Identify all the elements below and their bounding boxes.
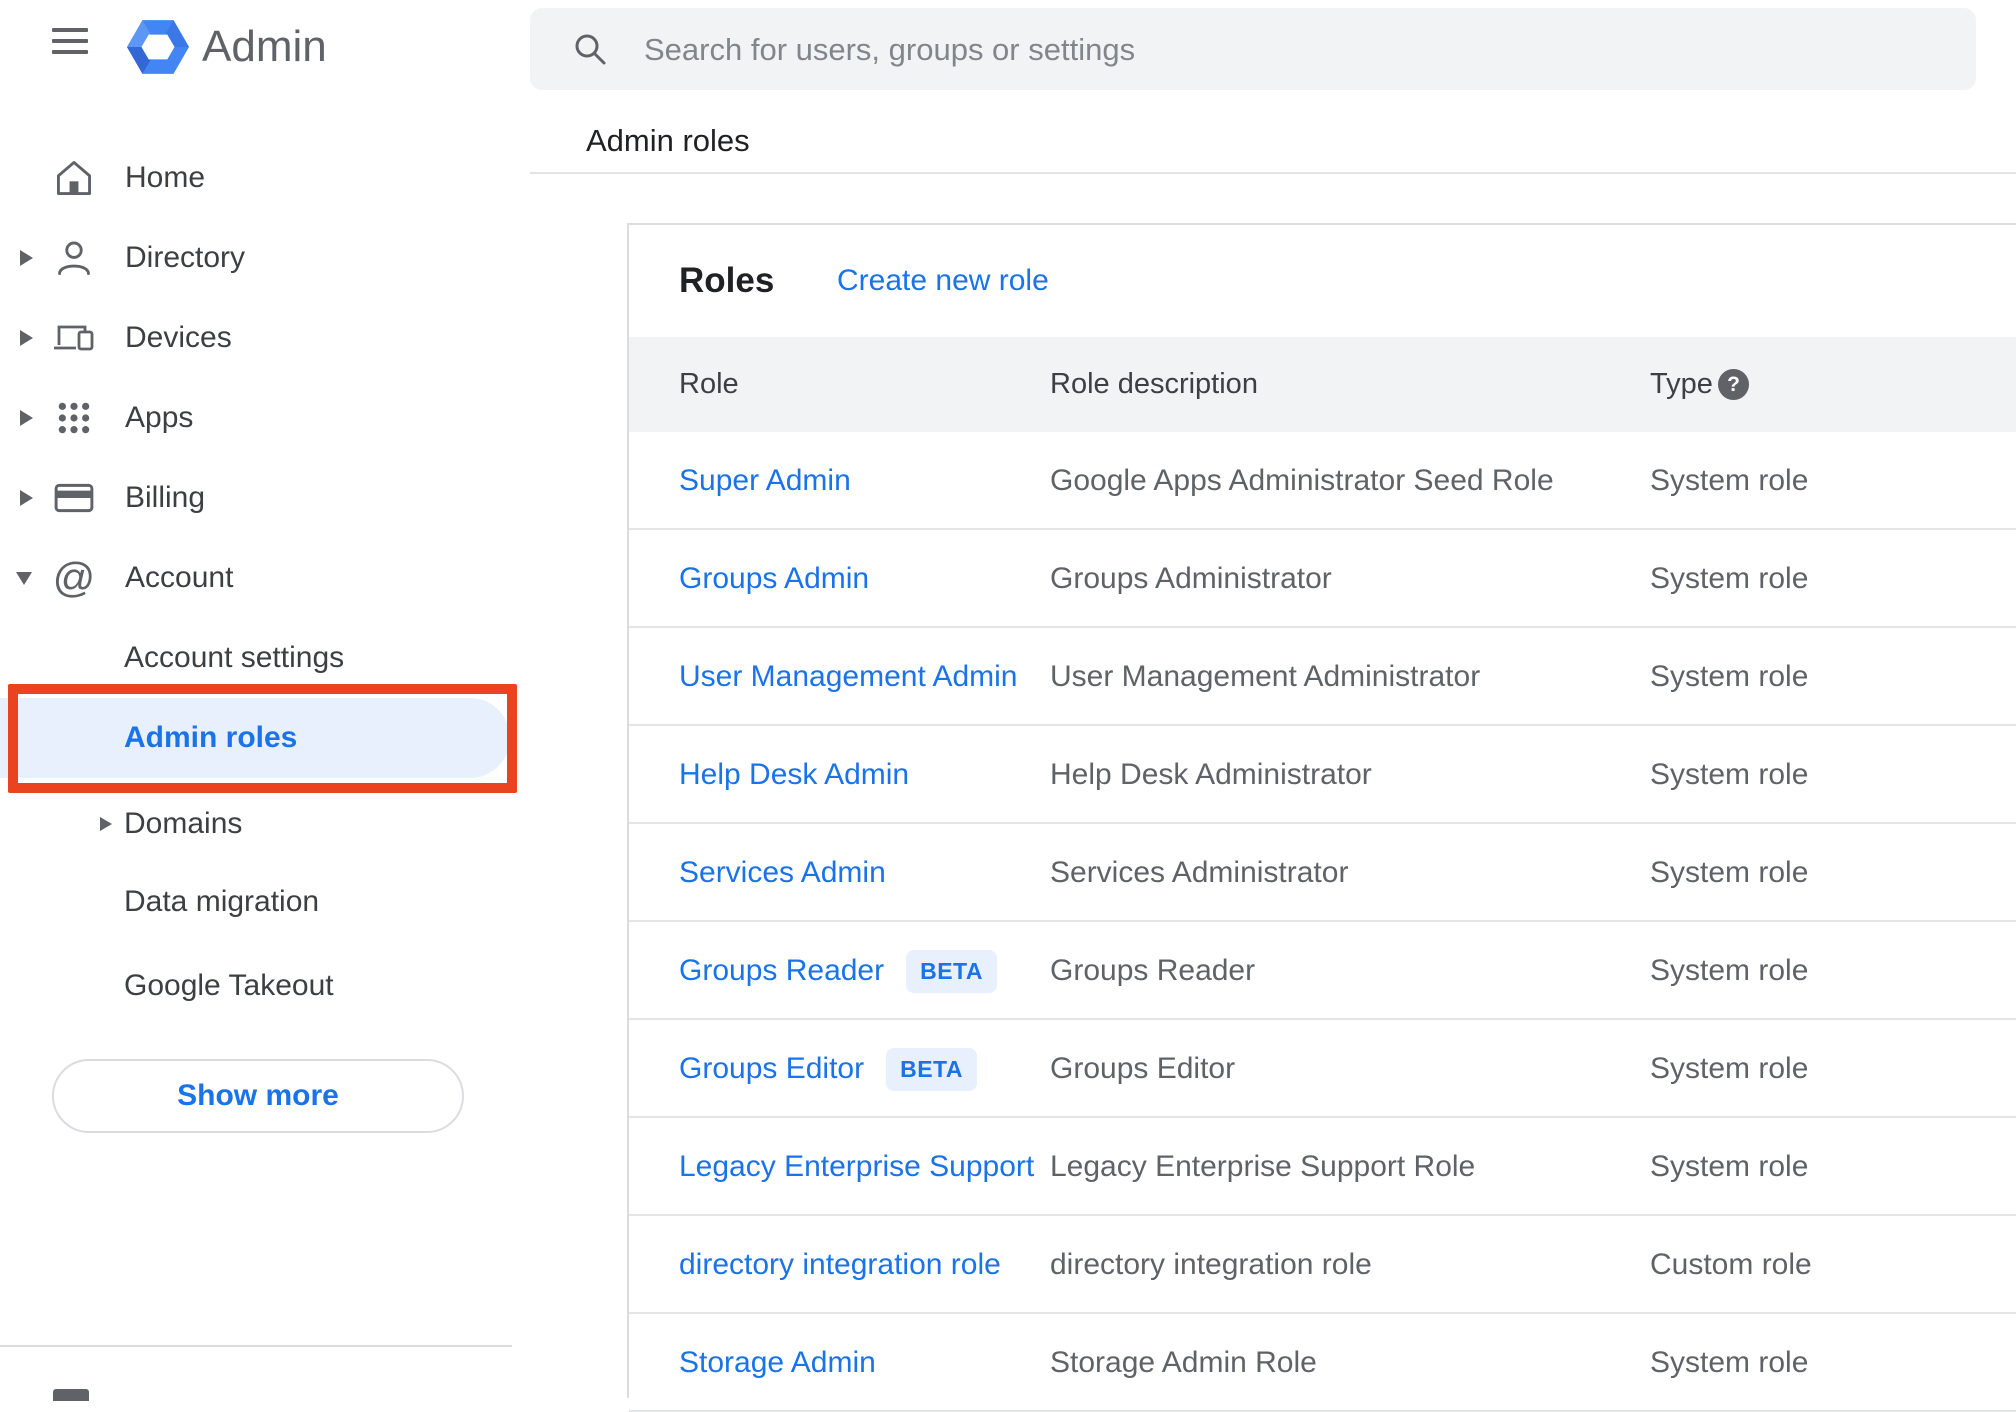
breadcrumb: Admin roles: [586, 123, 750, 158]
table-row: directory integration role directory int…: [629, 1216, 2016, 1314]
role-description: User Management Administrator: [1050, 660, 1481, 693]
role-type: System role: [1650, 856, 1809, 889]
sidebar-item-label: Domains: [124, 807, 243, 840]
partial-bottom-icon: [53, 1389, 89, 1401]
admin-logo-icon: [127, 20, 189, 74]
product-name: Admin: [202, 22, 327, 71]
role-link[interactable]: Storage Admin: [679, 1346, 876, 1380]
role-description: Storage Admin Role: [1050, 1346, 1317, 1379]
role-description: Groups Editor: [1050, 1052, 1236, 1085]
role-type: System role: [1650, 758, 1809, 791]
chevron-right-icon[interactable]: [20, 490, 33, 506]
chevron-right-icon[interactable]: [20, 410, 33, 426]
table-row: Storage Admin Storage Admin Role System …: [629, 1314, 2016, 1412]
role-link[interactable]: Legacy Enterprise Support: [679, 1150, 1034, 1184]
chevron-right-icon[interactable]: [20, 250, 33, 266]
role-link[interactable]: Groups Reader: [679, 954, 884, 988]
role-link[interactable]: Super Admin: [679, 464, 851, 498]
devices-icon: [52, 318, 96, 358]
sidebar-item-label: Google Takeout: [124, 969, 334, 1002]
table-row: Groups Reader BETA Groups Reader System …: [629, 922, 2016, 1020]
sidebar-item-label: Apps: [125, 401, 194, 434]
sidebar-item-label: Account settings: [124, 641, 345, 674]
role-description: directory integration role: [1050, 1248, 1372, 1281]
chevron-right-icon[interactable]: [20, 330, 33, 346]
search-bar[interactable]: [530, 8, 1976, 92]
role-link[interactable]: Groups Editor: [679, 1052, 864, 1086]
column-header-role: Role: [679, 368, 739, 400]
sidebar-item-data-migration[interactable]: Data migration: [0, 862, 530, 942]
card-title-row: Roles Create new role: [629, 225, 2016, 337]
table-row: Help Desk Admin Help Desk Administrator …: [629, 726, 2016, 824]
apps-grid-icon: [52, 398, 96, 438]
role-link[interactable]: Help Desk Admin: [679, 758, 909, 792]
role-type: System role: [1650, 562, 1809, 595]
sidebar-item-label: Home: [125, 161, 206, 194]
card-title: Roles: [679, 261, 775, 300]
sidebar-item-google-takeout[interactable]: Google Takeout: [0, 946, 530, 1026]
beta-badge: BETA: [906, 949, 998, 993]
show-more-button[interactable]: Show more: [52, 1059, 464, 1133]
menu-icon[interactable]: [52, 28, 90, 56]
column-header-description: Role description: [1050, 368, 1258, 400]
roles-table-body: Super Admin Google Apps Administrator Se…: [629, 432, 2016, 1412]
table-header: Role Role description Type ?: [629, 337, 2016, 432]
role-type: System role: [1650, 954, 1809, 987]
role-description: Legacy Enterprise Support Role: [1050, 1150, 1476, 1183]
table-row: User Management Admin User Management Ad…: [629, 628, 2016, 726]
role-type: System role: [1650, 464, 1809, 497]
sidebar-item-label: Billing: [125, 481, 206, 514]
sidebar-item-account[interactable]: @ Account: [0, 538, 530, 618]
sidebar-item-domains[interactable]: Domains: [0, 784, 530, 864]
role-description: Groups Reader: [1050, 954, 1256, 987]
table-row: Legacy Enterprise Support Legacy Enterpr…: [629, 1118, 2016, 1216]
role-description: Help Desk Administrator: [1050, 758, 1372, 791]
sidebar-item-directory[interactable]: Directory: [0, 218, 530, 298]
chevron-right-icon[interactable]: [100, 817, 112, 831]
help-icon[interactable]: ?: [1718, 369, 1749, 400]
sidebar-item-home[interactable]: Home: [0, 138, 530, 218]
table-row: Groups Editor BETA Groups Editor System …: [629, 1020, 2016, 1118]
sidebar-divider: [0, 1345, 512, 1347]
role-type: System role: [1650, 1150, 1809, 1183]
sidebar-item-billing[interactable]: Billing: [0, 458, 530, 538]
annotation-highlight-box: [8, 684, 517, 793]
table-row: Super Admin Google Apps Administrator Se…: [629, 432, 2016, 530]
role-type: Custom role: [1650, 1248, 1812, 1281]
roles-card: Roles Create new role Role Role descript…: [627, 223, 2016, 1412]
sidebar: Admin Home Directory Devices Apps Billin…: [0, 0, 530, 1401]
search-icon: [572, 31, 608, 72]
header-divider: [530, 172, 2016, 174]
role-description: Google Apps Administrator Seed Role: [1050, 464, 1554, 497]
sidebar-item-devices[interactable]: Devices: [0, 298, 530, 378]
person-icon: [52, 238, 96, 278]
sidebar-item-apps[interactable]: Apps: [0, 378, 530, 458]
role-description: Groups Administrator: [1050, 562, 1332, 595]
at-icon: @: [52, 554, 96, 601]
column-header-type: Type: [1650, 368, 1713, 400]
sidebar-item-label: Data migration: [124, 885, 320, 918]
sidebar-item-label: Directory: [125, 241, 246, 274]
beta-badge: BETA: [886, 1047, 977, 1091]
table-row: Groups Admin Groups Administrator System…: [629, 530, 2016, 628]
chevron-down-icon[interactable]: [16, 571, 32, 585]
role-description: Services Administrator: [1050, 856, 1349, 889]
sidebar-item-label: Account: [125, 561, 234, 594]
table-row: Services Admin Services Administrator Sy…: [629, 824, 2016, 922]
search-input[interactable]: [642, 8, 1946, 92]
role-link[interactable]: Groups Admin: [679, 562, 869, 596]
role-type: System role: [1650, 660, 1809, 693]
role-link[interactable]: User Management Admin: [679, 660, 1018, 694]
home-icon: [52, 158, 96, 198]
role-type: System role: [1650, 1052, 1809, 1085]
create-new-role-link[interactable]: Create new role: [837, 225, 1049, 337]
sidebar-item-label: Devices: [125, 321, 232, 354]
role-type: System role: [1650, 1346, 1809, 1379]
credit-card-icon: [52, 478, 96, 518]
role-link[interactable]: directory integration role: [679, 1248, 1001, 1282]
role-link[interactable]: Services Admin: [679, 856, 886, 890]
